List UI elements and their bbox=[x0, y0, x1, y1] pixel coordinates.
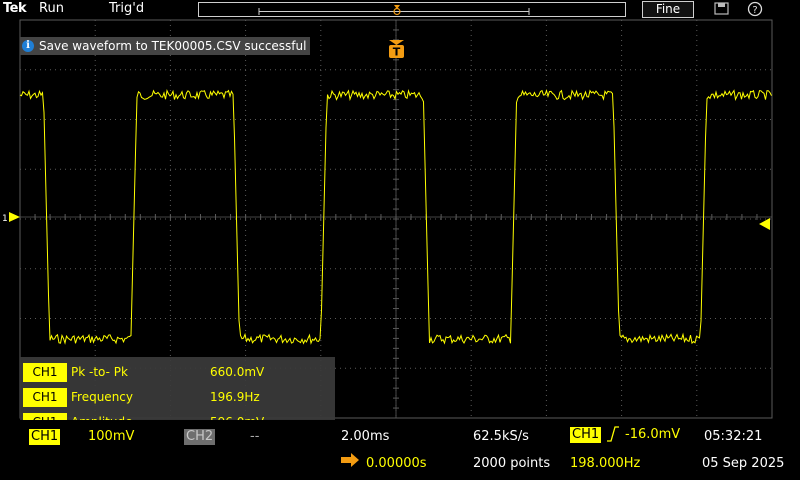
status-message-text: Save waveform to TEK00005.CSV successful bbox=[39, 39, 307, 53]
info-icon: i bbox=[22, 40, 34, 52]
measurement-row[interactable]: CH1 Pk -to- Pk 660.0mV bbox=[23, 363, 335, 382]
save-icon[interactable] bbox=[713, 1, 731, 16]
measurement-channel-badge: CH1 bbox=[23, 363, 67, 382]
ch2-badge[interactable]: CH2 bbox=[184, 429, 216, 445]
record-length: 2000 points bbox=[473, 456, 551, 471]
timebase[interactable]: 2.00ms bbox=[341, 429, 389, 445]
trigger-level[interactable]: -16.0mV bbox=[625, 427, 680, 443]
ch1-scale[interactable]: 100mV bbox=[88, 429, 134, 445]
measurement-channel-badge: CH1 bbox=[23, 388, 67, 407]
trigger-state: Trig'd bbox=[109, 1, 145, 16]
horizontal-position-icon bbox=[341, 453, 359, 467]
brand-logo: Tek bbox=[3, 1, 27, 16]
trigger-frequency: 198.000Hz bbox=[570, 456, 641, 471]
measurement-name: Pk -to- Pk bbox=[71, 365, 128, 379]
svg-text:T: T bbox=[393, 46, 401, 59]
fine-button[interactable]: Fine bbox=[642, 1, 694, 18]
help-icon[interactable]: ? bbox=[747, 1, 763, 17]
ch1-badge[interactable]: CH1 bbox=[29, 429, 61, 445]
waveform-display[interactable]: 1 i Save waveform to TEK00005.CSV succes… bbox=[0, 18, 800, 437]
top-status-bar: Tek Run Trig'd Fine ? bbox=[0, 0, 800, 18]
measurement-name: Frequency bbox=[71, 390, 133, 404]
trigger-position-icon[interactable]: T bbox=[388, 40, 405, 58]
sample-rate: 62.5kS/s bbox=[473, 429, 529, 444]
measurement-value: 196.9Hz bbox=[210, 390, 260, 404]
horizontal-position[interactable]: 0.00000s bbox=[366, 456, 427, 472]
status-message: i Save waveform to TEK00005.CSV successf… bbox=[20, 37, 311, 55]
measurement-row[interactable]: CH1 Frequency 196.9Hz bbox=[23, 388, 335, 407]
measurement-value: 660.0mV bbox=[210, 365, 265, 379]
trigger-source-badge[interactable]: CH1 bbox=[570, 427, 602, 443]
date: 05 Sep 2025 bbox=[702, 456, 785, 471]
bottom-status-bar: CH1 100mV CH2 -- 2.00ms 62.5kS/s CH1 -16… bbox=[0, 420, 800, 480]
record-view-bar[interactable] bbox=[198, 2, 626, 17]
channel-1-ground-marker: 1 bbox=[2, 212, 20, 224]
acquisition-state[interactable]: Run bbox=[39, 1, 64, 17]
svg-text:?: ? bbox=[752, 5, 757, 16]
svg-text:1: 1 bbox=[2, 214, 8, 224]
trigger-level-marker bbox=[759, 218, 770, 230]
rising-edge-icon bbox=[607, 426, 619, 442]
clock-time: 05:32:21 bbox=[704, 429, 763, 444]
ch2-scale: -- bbox=[250, 429, 260, 444]
record-view-bracket bbox=[258, 5, 530, 16]
